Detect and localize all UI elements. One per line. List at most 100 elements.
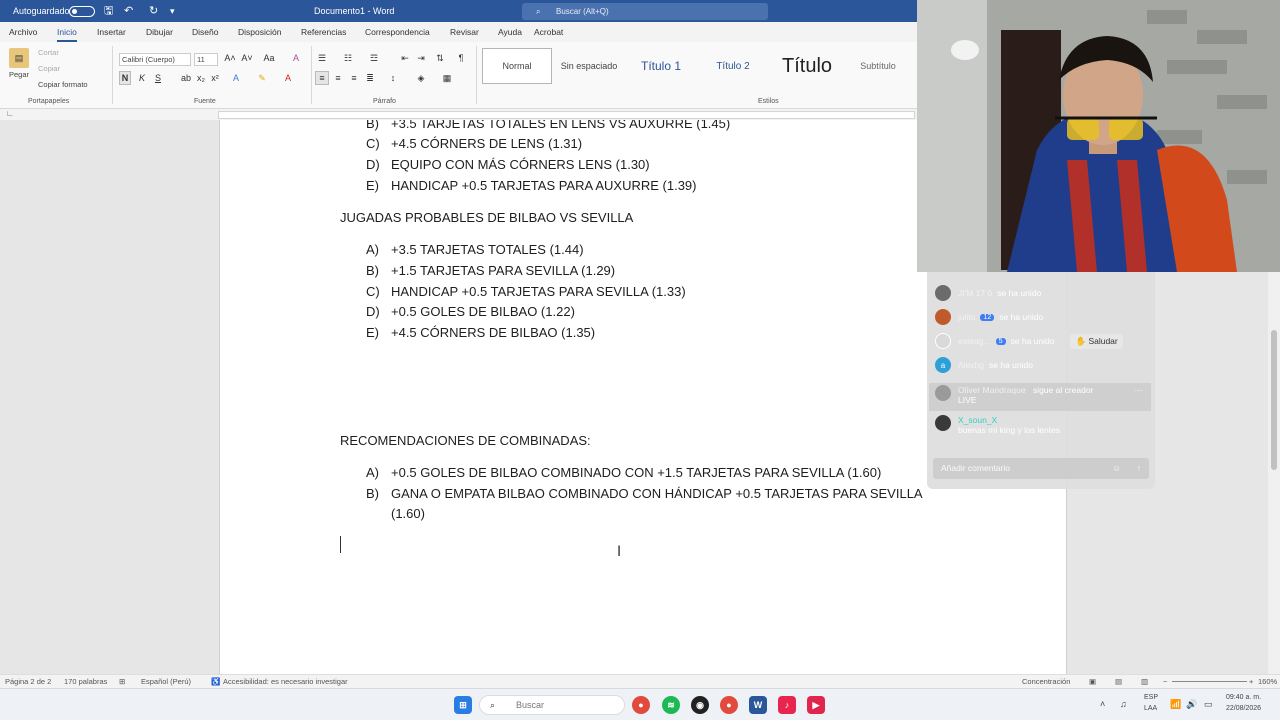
emoji-icon[interactable]: ☺	[1112, 458, 1121, 479]
read-mode-icon[interactable]: ▣	[1089, 677, 1096, 686]
bold-button[interactable]: N	[119, 71, 131, 85]
zoom-level[interactable]: 160%	[1258, 677, 1277, 686]
customize-qat-icon[interactable]: ▾	[170, 0, 175, 22]
bullets-icon[interactable]: ☰	[315, 51, 329, 65]
tab-archivo[interactable]: Archivo	[9, 27, 37, 37]
superscript-icon[interactable]: x²	[210, 71, 220, 85]
style-heading-1[interactable]: Título 1	[626, 48, 696, 84]
tab-selector-icon[interactable]: ∟	[6, 109, 14, 118]
clock-time[interactable]: 09:40 a. m.	[1226, 694, 1261, 701]
greet-button[interactable]: ✋ Saludar	[1070, 333, 1123, 349]
zoom-out-icon[interactable]: −	[1163, 677, 1167, 686]
chrome-profile-icon[interactable]: ●	[720, 696, 738, 714]
align-left-icon[interactable]: ≡	[315, 71, 329, 85]
microphone-icon[interactable]: ♫	[1120, 699, 1127, 709]
style-no-spacing[interactable]: Sin espaciado	[556, 48, 622, 84]
search-box[interactable]: ⌕ Buscar (Alt+Q)	[522, 3, 768, 20]
save-icon[interactable]: 🖫	[104, 0, 113, 22]
chat-username[interactable]: Jt'M 17 ô	[958, 288, 992, 298]
tab-dibujar[interactable]: Dibujar	[146, 27, 173, 37]
shading-icon[interactable]: ◈	[414, 71, 428, 85]
tab-correspondencia[interactable]: Correspondencia	[365, 27, 430, 37]
chat-username[interactable]: Oliver Mandraque	[958, 385, 1026, 395]
tab-insertar[interactable]: Insertar	[97, 27, 126, 37]
align-right-icon[interactable]: ≡	[347, 71, 361, 85]
sort-icon[interactable]: ⇅	[433, 51, 447, 65]
obs-icon[interactable]: ◉	[691, 696, 709, 714]
chat-username[interactable]: Alexhg	[958, 360, 984, 370]
tab-diseno[interactable]: Diseño	[192, 27, 218, 37]
tab-inicio[interactable]: Inicio	[57, 27, 77, 42]
tiktok-icon[interactable]: ♪	[778, 696, 796, 714]
word-icon[interactable]: W	[749, 696, 767, 714]
font-size-select[interactable]: 11	[194, 53, 218, 66]
cut-button[interactable]: Cortar	[38, 48, 59, 57]
accessibility-status[interactable]: Accesibilidad: es necesario investigar	[223, 677, 348, 686]
change-case-icon[interactable]: Aa	[260, 51, 278, 65]
tab-revisar[interactable]: Revisar	[450, 27, 479, 37]
subscript-icon[interactable]: x₂	[196, 71, 206, 85]
live-studio-icon[interactable]: ▶	[807, 696, 825, 714]
clear-formatting-icon[interactable]: A	[289, 51, 303, 65]
spotify-icon[interactable]: ≋	[662, 696, 680, 714]
underline-button[interactable]: S	[152, 71, 164, 85]
send-icon[interactable]: ↑	[1137, 458, 1141, 479]
style-normal[interactable]: Normal	[482, 48, 552, 84]
copy-button[interactable]: Copiar	[38, 64, 60, 73]
style-heading-2[interactable]: Título 2	[700, 48, 766, 84]
redo-icon[interactable]: ↻	[149, 0, 158, 22]
shrink-font-icon[interactable]: A˅	[240, 51, 254, 65]
word-count[interactable]: 170 palabras	[64, 677, 107, 686]
autosave-toggle[interactable]	[69, 6, 95, 17]
chat-username[interactable]: esteag...	[958, 336, 991, 346]
paste-icon[interactable]: ▤	[9, 48, 29, 68]
page-count[interactable]: Página 2 de 2	[5, 677, 51, 686]
battery-icon[interactable]: ▭	[1204, 699, 1213, 710]
increase-indent-icon[interactable]: ⇥	[414, 51, 428, 65]
more-options-icon[interactable]: ···	[1135, 385, 1144, 395]
chat-username[interactable]: X_soun_X	[958, 415, 1060, 425]
scroll-thumb[interactable]	[1271, 330, 1277, 470]
text-effects-icon[interactable]: A	[230, 71, 242, 85]
volume-icon[interactable]: 🔊	[1186, 699, 1197, 710]
style-subtitle[interactable]: Subtítulo	[848, 48, 908, 84]
numbering-icon[interactable]: ☷	[341, 51, 355, 65]
justify-icon[interactable]: ≣	[363, 71, 377, 85]
borders-icon[interactable]: ▦	[440, 71, 454, 85]
font-name-select[interactable]: Calibri (Cuerpo)	[119, 53, 191, 66]
taskbar-search[interactable]: ⌕ Buscar	[479, 695, 625, 715]
chrome-icon[interactable]: ●	[632, 696, 650, 714]
clock-date[interactable]: 22/08/2026	[1226, 705, 1261, 712]
undo-icon[interactable]: ↶	[124, 0, 133, 22]
paste-button[interactable]: Pegar	[9, 70, 29, 79]
decrease-indent-icon[interactable]: ⇤	[398, 51, 412, 65]
windows-start-icon[interactable]: ⊞	[454, 696, 472, 714]
tab-referencias[interactable]: Referencias	[301, 27, 346, 37]
print-layout-icon[interactable]: ▤	[1115, 677, 1122, 686]
multilevel-list-icon[interactable]: ☲	[367, 51, 381, 65]
input-language[interactable]: ESP	[1144, 694, 1158, 701]
tab-ayuda[interactable]: Acrobat	[534, 27, 563, 37]
tab-vista[interactable]: Ayuda	[498, 27, 522, 37]
web-layout-icon[interactable]: ▥	[1141, 677, 1148, 686]
style-title[interactable]: Título	[770, 48, 844, 84]
show-marks-icon[interactable]: ¶	[454, 51, 468, 65]
strikethrough-icon[interactable]: ab	[180, 71, 192, 85]
chat-comment-input[interactable]: Añadir comentario ☺ ↑	[933, 458, 1149, 479]
highlight-icon[interactable]: ✎	[256, 71, 268, 85]
tab-disposicion[interactable]: Disposición	[238, 27, 281, 37]
proofing-icon[interactable]: ⊞	[119, 677, 125, 686]
wifi-icon[interactable]: 📶	[1170, 699, 1181, 710]
zoom-slider[interactable]	[1172, 681, 1247, 682]
format-painter-button[interactable]: Copiar formato	[38, 80, 88, 89]
language-indicator[interactable]: Español (Perú)	[141, 677, 191, 686]
align-center-icon[interactable]: ≡	[331, 71, 345, 85]
grow-font-icon[interactable]: A˄	[223, 51, 237, 65]
ruler-track[interactable]	[218, 111, 915, 119]
italic-button[interactable]: K	[136, 71, 148, 85]
font-color-icon[interactable]: A	[282, 71, 294, 85]
tray-chevron-icon[interactable]: ˄	[1100, 699, 1105, 709]
chat-username[interactable]: julito	[958, 312, 975, 322]
line-spacing-icon[interactable]: ↕	[386, 71, 400, 85]
input-language-variant[interactable]: LAA	[1144, 705, 1157, 712]
